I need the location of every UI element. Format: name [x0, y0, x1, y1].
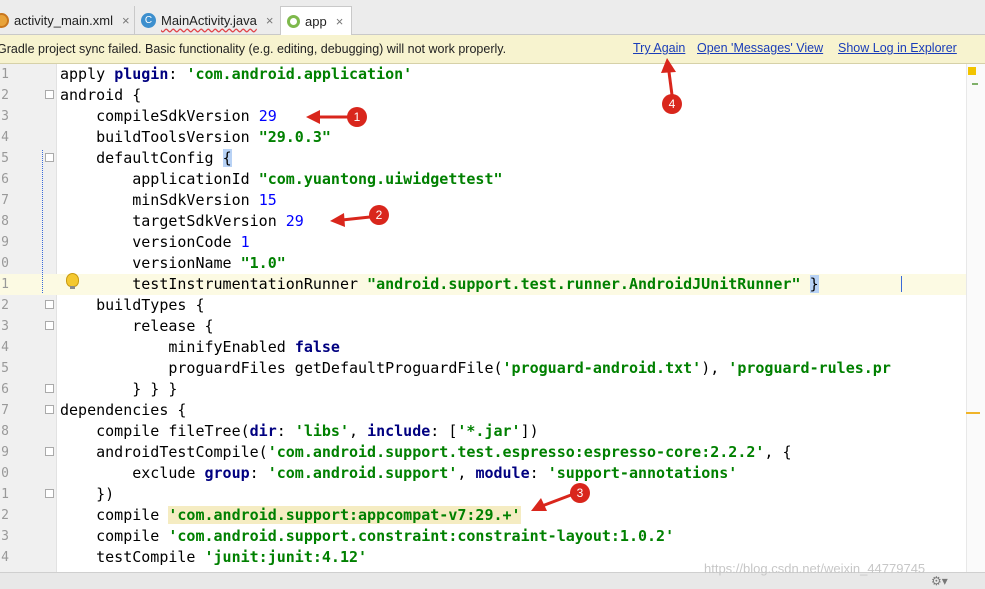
annotation-arrow-4 — [667, 71, 674, 96]
change-marker[interactable] — [972, 83, 978, 85]
watermark: https://blog.csdn.net/weixin_44779745 — [704, 561, 926, 576]
annotation-badge-4: 4 — [662, 94, 682, 114]
warning-stripe-marker[interactable] — [966, 412, 980, 414]
annotation-badge-3: 3 — [570, 483, 590, 503]
editor-scrollbar[interactable] — [966, 64, 985, 572]
annotation-arrow-3 — [541, 493, 572, 508]
annotation-badge-1: 1 — [347, 107, 367, 127]
annotation-badge-2: 2 — [369, 205, 389, 225]
annotation-arrow-2 — [341, 215, 371, 222]
annotation-arrows — [306, 58, 676, 511]
gear-icon[interactable]: ⚙▾ — [931, 574, 948, 588]
warning-marker-icon[interactable] — [968, 67, 976, 75]
